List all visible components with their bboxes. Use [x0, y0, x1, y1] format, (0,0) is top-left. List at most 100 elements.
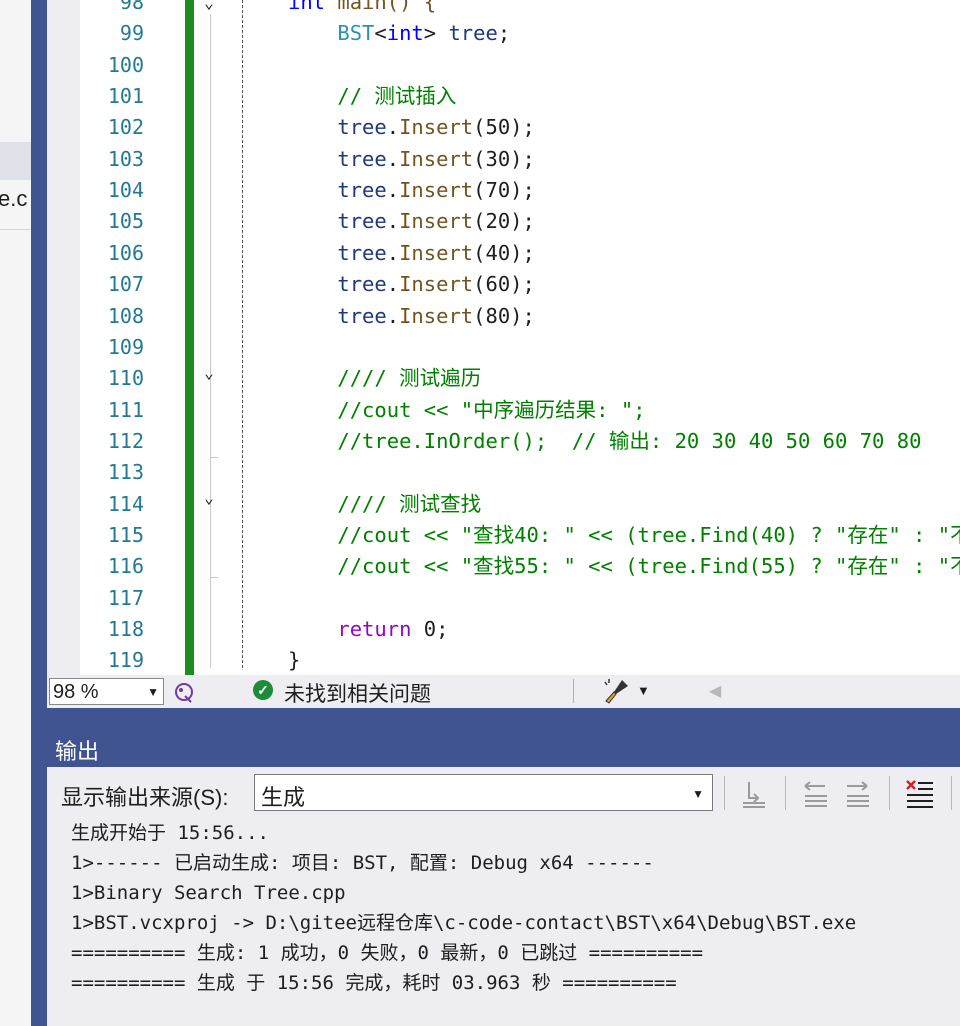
toolbar-divider [889, 776, 890, 810]
code-text: int main() { [288, 0, 436, 18]
line-number: 102 [107, 115, 144, 140]
line-number: 113 [107, 460, 144, 485]
code-token: // 测试插入 [288, 84, 457, 109]
code-token: (40); [473, 240, 535, 265]
solution-explorer-item-fragment[interactable]: e.c [0, 186, 27, 212]
line-number: 101 [107, 84, 144, 109]
output-text-area[interactable]: 生成开始于 15:56... 1>------ 已启动生成: 项目: BST, 配… [47, 820, 960, 1026]
issues-status-text[interactable]: 未找到相关问题 [284, 678, 431, 708]
line-number: 115 [107, 522, 144, 547]
output-toolbar: 显示输出来源(S): 生成 ▼ [47, 767, 960, 820]
code-line[interactable]: 105 tree.Insert(20); [80, 206, 960, 237]
code-cleanup-brush-icon[interactable] [602, 677, 632, 705]
code-token: int [386, 21, 424, 46]
zoom-level-value: 98 % [53, 681, 99, 703]
solution-explorer-selected-row[interactable] [0, 142, 31, 180]
code-token: < [374, 21, 387, 46]
code-token: Insert [399, 272, 474, 297]
code-line[interactable]: 111 //cout << "中序遍历结果: "; [80, 395, 960, 426]
output-source-select[interactable]: 生成 ▼ [254, 774, 713, 811]
code-line[interactable]: 103 tree.Insert(30); [80, 144, 960, 175]
code-line[interactable]: 106 tree.Insert(40); [80, 238, 960, 269]
code-token: //// 测试遍历 [288, 366, 482, 391]
code-text: //cout << "查找40: " << (tree.Find(40) ? "… [288, 520, 960, 551]
code-token: tree [337, 178, 387, 203]
line-number: 104 [107, 178, 144, 203]
code-line[interactable]: 108 tree.Insert(80); [80, 301, 960, 332]
output-line: 生成开始于 15:56... [71, 822, 269, 844]
code-line[interactable]: 115 //cout << "查找40: " << (tree.Find(40)… [80, 520, 960, 551]
code-line[interactable]: 107 tree.Insert(60); [80, 269, 960, 300]
line-number: 114 [107, 491, 144, 516]
code-text: //// 测试查找 [288, 489, 481, 520]
code-editor[interactable]: ⌄ ⌄ ⌄ 98 int main() {99 BST<int> tree; 100… [80, 0, 960, 675]
next-message-icon[interactable] [841, 776, 875, 810]
code-line[interactable]: 114 //// 测试查找 [80, 489, 960, 520]
code-token: main() { [325, 0, 437, 14]
code-line[interactable]: 110 //// 测试遍历 [80, 363, 960, 394]
code-token: Insert [399, 146, 474, 171]
code-token: } [288, 648, 301, 673]
line-number: 99 [119, 21, 144, 46]
panel-splitter[interactable] [47, 708, 960, 727]
code-token: Insert [399, 240, 474, 265]
dropdown-arrow-icon: ▼ [147, 685, 159, 699]
output-line: 1>Binary Search Tree.cpp [71, 882, 346, 904]
output-line: 1>BST.vcxproj -> D:\gitee远程仓库\c-code-con… [71, 912, 857, 934]
output-panel-header[interactable]: 输出 [47, 727, 960, 767]
line-number: 106 [107, 240, 144, 265]
clear-all-icon[interactable] [903, 776, 937, 810]
code-text: tree.Insert(80); [288, 301, 535, 332]
code-text: tree.Insert(50); [288, 112, 535, 143]
code-text: //tree.InOrder(); // 输出: 20 30 40 50 60 … [288, 426, 921, 457]
code-text: tree.Insert(60); [288, 269, 535, 300]
previous-message-icon[interactable] [799, 776, 833, 810]
code-token: tree [337, 146, 387, 171]
line-number: 98 [119, 0, 144, 14]
line-number: 112 [107, 428, 144, 453]
code-token: tree [337, 240, 387, 265]
code-token: . [386, 209, 400, 234]
health-icon[interactable] [171, 678, 199, 706]
code-line[interactable]: 101 // 测试插入 [80, 81, 960, 112]
code-token: //cout << "中序遍历结果: "; [288, 397, 646, 422]
code-token: BST [337, 21, 375, 46]
code-line[interactable]: 102 tree.Insert(50); [80, 112, 960, 143]
code-line[interactable]: 99 BST<int> tree; [80, 18, 960, 49]
code-line[interactable]: 119} [80, 645, 960, 675]
line-number: 105 [107, 209, 144, 234]
go-to-line-icon[interactable] [737, 776, 771, 810]
editor-indicator-margin[interactable] [47, 0, 80, 675]
code-line[interactable]: 116 //cout << "查找55: " << (tree.Find(55)… [80, 551, 960, 582]
scroll-left-icon[interactable]: ◀ [709, 681, 721, 701]
code-line[interactable]: 117 [80, 583, 960, 614]
line-number: 107 [107, 272, 144, 297]
code-line[interactable]: 104 tree.Insert(70); [80, 175, 960, 206]
code-token: (50); [473, 115, 535, 140]
code-text: tree.Insert(20); [288, 206, 535, 237]
zoom-level-select[interactable]: 98 % ▼ [49, 678, 164, 705]
window-splitter[interactable] [31, 0, 47, 1026]
code-line[interactable]: 112 //tree.InOrder(); // 输出: 20 30 40 50… [80, 426, 960, 457]
code-text: tree.Insert(40); [288, 238, 535, 269]
code-token: > [423, 21, 449, 46]
code-token: (30); [473, 146, 535, 171]
code-line[interactable]: 109 [80, 332, 960, 363]
code-token: . [386, 178, 400, 203]
code-line[interactable]: 113 [80, 457, 960, 488]
code-line[interactable]: 118 return 0; [80, 614, 960, 645]
code-text: //// 测试遍历 [288, 363, 481, 394]
code-line[interactable]: 98 int main() { [80, 0, 960, 18]
code-token: //tree.InOrder(); // 输出: 20 30 40 50 60 … [288, 428, 922, 453]
code-token: . [386, 272, 400, 297]
code-line[interactable]: 100 [80, 50, 960, 81]
dropdown-arrow-icon[interactable]: ▼ [637, 683, 650, 698]
code-text: return 0; [288, 614, 448, 645]
dropdown-arrow-icon: ▼ [692, 787, 704, 801]
